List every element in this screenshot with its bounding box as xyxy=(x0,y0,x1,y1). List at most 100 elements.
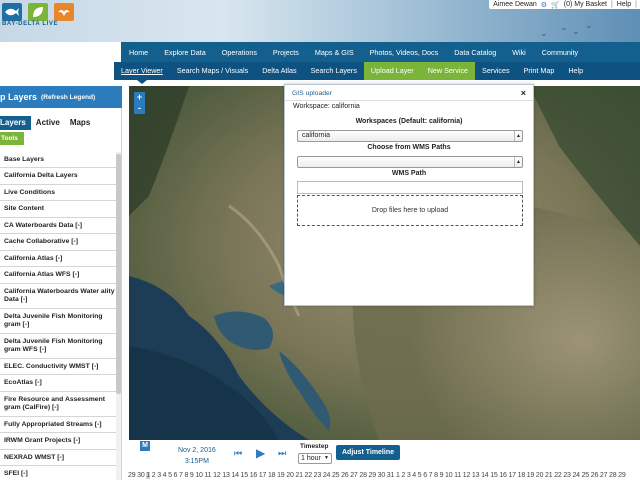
timeline-day[interactable]: 20 xyxy=(286,472,294,479)
play-icon[interactable]: ▶ xyxy=(256,446,265,460)
nav-projects[interactable]: Projects xyxy=(265,48,307,57)
timeline-day[interactable]: 29 xyxy=(369,472,377,479)
timeline-day[interactable]: 30 xyxy=(137,472,145,479)
timeline-day[interactable]: 31 xyxy=(387,472,395,479)
user-name[interactable]: Aimee Dewan xyxy=(493,1,537,8)
tab-maps[interactable]: Maps xyxy=(65,116,95,130)
scrollbar-thumb[interactable] xyxy=(116,154,121,394)
subnav-layer-viewer[interactable]: Layer Viewer xyxy=(114,62,170,80)
timeline-day[interactable]: 21 xyxy=(295,472,303,479)
timeline-day[interactable]: 6 xyxy=(174,472,178,479)
timeline-day[interactable]: 26 xyxy=(591,472,599,479)
layer-item[interactable]: NEXRAD WMST [-] xyxy=(0,450,116,467)
timeline-day[interactable]: 12 xyxy=(463,472,471,479)
tab-active[interactable]: Active xyxy=(31,116,65,130)
timeline-day[interactable]: 10 xyxy=(445,472,453,479)
help-link[interactable]: Help xyxy=(617,1,631,8)
timeline-day[interactable]: 24 xyxy=(572,472,580,479)
zoom-in-button[interactable]: + xyxy=(134,92,145,103)
timeline-day[interactable]: 21 xyxy=(545,472,553,479)
timeline-day[interactable]: 4 xyxy=(163,472,167,479)
panel-scrollbar[interactable] xyxy=(116,152,121,480)
nav-home[interactable]: Home xyxy=(121,48,156,57)
subnav-new-service[interactable]: New Service xyxy=(420,62,476,80)
cart-icon[interactable]: 🛒 xyxy=(551,1,560,9)
timeline-day[interactable]: 26 xyxy=(341,472,349,479)
adjust-timeline-button[interactable]: Adjust Timeline xyxy=(336,445,400,460)
subnav-search-maps[interactable]: Search Maps / Visuals xyxy=(170,62,255,80)
tools-button[interactable]: Tools xyxy=(0,132,24,145)
layer-item[interactable]: Delta Juvenile Fish Monitoring gram [-] xyxy=(0,309,116,334)
timeline-day[interactable]: 19 xyxy=(277,472,285,479)
skip-back-icon[interactable]: ⏮ xyxy=(234,448,242,459)
timestep-select[interactable]: 1 hour ▼ xyxy=(298,453,332,464)
timeline-day[interactable]: 9 xyxy=(190,472,194,479)
timeline-day[interactable]: 27 xyxy=(600,472,608,479)
subnav-delta-atlas[interactable]: Delta Atlas xyxy=(255,62,303,80)
file-drop-zone[interactable]: Drop files here to upload xyxy=(297,195,523,226)
timeline-day[interactable]: 8 xyxy=(184,472,188,479)
timeline-day[interactable]: 18 xyxy=(268,472,276,479)
timeline-day[interactable]: 27 xyxy=(350,472,358,479)
timeline-day[interactable]: 6 xyxy=(423,472,427,479)
timeline-day[interactable]: 19 xyxy=(527,472,535,479)
timeline-day[interactable]: 12 xyxy=(213,472,221,479)
timeline-day[interactable]: 18 xyxy=(518,472,526,479)
nav-maps-gis[interactable]: Maps & GIS xyxy=(307,48,362,57)
timeline-day[interactable]: 4 xyxy=(412,472,416,479)
timeline-day[interactable]: 29 xyxy=(618,472,626,479)
timeline-day[interactable]: 28 xyxy=(609,472,617,479)
nav-photos-videos-docs[interactable]: Photos, Videos, Docs xyxy=(362,48,447,57)
timeline-day[interactable]: 9 xyxy=(440,472,444,479)
subnav-print-map[interactable]: Print Map xyxy=(517,62,562,80)
layer-item[interactable]: California Waterboards Water ality Data … xyxy=(0,284,116,309)
layer-item[interactable]: Fire Resource and Assessment gram (CalFi… xyxy=(0,392,116,417)
timeline-day[interactable]: 23 xyxy=(563,472,571,479)
timeline-day[interactable]: 8 xyxy=(434,472,438,479)
layer-item[interactable]: ELEC. Conductivity WMST [-] xyxy=(0,359,116,376)
layer-item[interactable]: California Atlas [-] xyxy=(0,251,116,268)
wms-paths-select[interactable]: ▲ xyxy=(297,156,523,168)
layer-item[interactable]: Live Conditions xyxy=(0,185,116,202)
nav-wiki[interactable]: Wiki xyxy=(504,48,534,57)
timeline-day[interactable]: 11 xyxy=(454,472,461,479)
layer-item[interactable]: EcoAtlas [-] xyxy=(0,375,116,392)
nav-data-catalog[interactable]: Data Catalog xyxy=(446,48,504,57)
workspace-select[interactable]: california ▲ xyxy=(297,130,523,142)
timeline-day[interactable]: 5 xyxy=(168,472,172,479)
timeline-day[interactable]: 20 xyxy=(536,472,544,479)
timeline-day[interactable]: 14 xyxy=(231,472,239,479)
nav-explore-data[interactable]: Explore Data xyxy=(156,48,214,57)
timeline-day[interactable]: 13 xyxy=(472,472,480,479)
subnav-upload-layer[interactable]: Upload Layer xyxy=(363,62,421,80)
layer-item[interactable]: Site Content xyxy=(0,201,116,218)
timeline-day[interactable]: 13 xyxy=(222,472,230,479)
timeline-day[interactable]: 15 xyxy=(490,472,498,479)
tab-layers[interactable]: Layers xyxy=(0,116,31,130)
bay-delta-live-logo[interactable]: BAY-DELTA LIVE xyxy=(0,0,78,30)
timeline-day[interactable]: 24 xyxy=(323,472,331,479)
timeline-day[interactable]: 1 xyxy=(396,472,400,479)
timeline-day[interactable]: 22 xyxy=(554,472,562,479)
nav-operations[interactable]: Operations xyxy=(214,48,265,57)
wms-path-input[interactable] xyxy=(297,181,523,194)
refresh-legend-link[interactable]: (Refresh Legend) xyxy=(41,94,95,101)
layer-item[interactable]: Base Layers xyxy=(0,152,116,169)
skip-forward-icon[interactable]: ⏭ xyxy=(278,448,286,459)
timeline-day[interactable]: 17 xyxy=(508,472,516,479)
timeline-day[interactable]: 30 xyxy=(378,472,386,479)
timeline-day[interactable]: 5 xyxy=(418,472,422,479)
timeline-day[interactable]: 3 xyxy=(157,472,161,479)
subnav-services[interactable]: Services xyxy=(475,62,517,80)
timeline-day[interactable]: 25 xyxy=(332,472,340,479)
timeline-day[interactable]: 10 xyxy=(195,472,203,479)
timeline-day[interactable]: 25 xyxy=(582,472,590,479)
timeline-day[interactable]: 17 xyxy=(259,472,267,479)
layer-item[interactable]: Fully Appropriated Streams [-] xyxy=(0,417,116,434)
layer-item[interactable]: CA Waterboards Data [-] xyxy=(0,218,116,235)
timeline-mode-button[interactable]: M xyxy=(140,441,150,451)
layer-item[interactable]: California Delta Layers xyxy=(0,168,116,185)
timeline-day[interactable]: 28 xyxy=(359,472,367,479)
timeline-day[interactable]: 1 xyxy=(146,472,150,479)
basket-link[interactable]: (0) My Basket xyxy=(564,1,607,8)
